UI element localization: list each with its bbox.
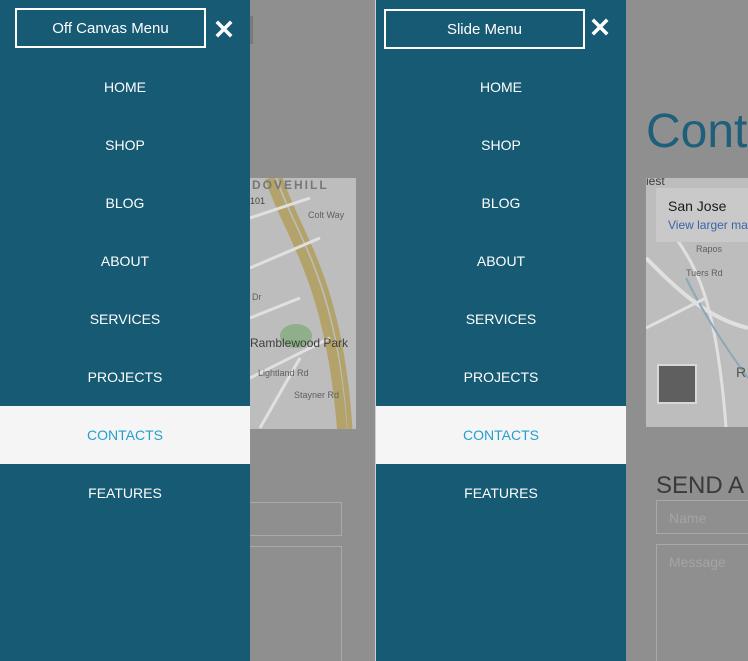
send-message-heading: SEND A xyxy=(656,472,745,499)
menu-item-blog[interactable]: BLOG xyxy=(0,174,250,232)
slide-menu-drawer: Slide Menu HOME SHOP BLOG ABOUT SERVICES… xyxy=(376,0,626,661)
menu-item-features[interactable]: FEATURES xyxy=(0,464,250,522)
name-field[interactable]: Name xyxy=(656,500,748,534)
map-info-card: San Jose View larger ma xyxy=(656,188,748,242)
map-label-street-1: Colt Way xyxy=(308,210,345,220)
menu-title: Off Canvas Menu xyxy=(15,8,206,48)
menu-item-features[interactable]: FEATURES xyxy=(376,464,626,522)
menu-item-shop[interactable]: SHOP xyxy=(0,116,250,174)
map-card-title: San Jose xyxy=(668,198,727,214)
map-label-highway: 101 xyxy=(250,196,266,206)
menu-item-shop[interactable]: SHOP xyxy=(376,116,626,174)
view-larger-map-link[interactable]: View larger ma xyxy=(668,218,748,232)
menu-item-contacts[interactable]: CONTACTS xyxy=(376,406,626,464)
map-label-rapos: Rapos xyxy=(696,244,723,254)
menu-item-home[interactable]: HOME xyxy=(0,58,250,116)
map-label-dovehill: DOVEHILL xyxy=(252,178,329,192)
map-label-park: Ramblewood Park xyxy=(250,336,349,350)
page-name-field[interactable] xyxy=(250,502,342,536)
message-placeholder: Message xyxy=(669,554,726,570)
menu-item-blog[interactable]: BLOG xyxy=(376,174,626,232)
page-message-field[interactable] xyxy=(250,546,342,661)
message-field[interactable]: Message xyxy=(656,544,748,661)
menu-item-about[interactable]: ABOUT xyxy=(376,232,626,290)
drawer-menu: HOME SHOP BLOG ABOUT SERVICES PROJECTS C… xyxy=(376,58,626,522)
off-canvas-demo-panel: DOVEHILL 101 Colt Way Ramblewood Park Li… xyxy=(0,0,375,661)
menu-item-contacts[interactable]: CONTACTS xyxy=(0,406,250,464)
menu-item-projects[interactable]: PROJECTS xyxy=(376,348,626,406)
menu-item-services[interactable]: SERVICES xyxy=(0,290,250,348)
menu-item-home[interactable]: HOME xyxy=(376,58,626,116)
map-label-tuers: Tuers Rd xyxy=(686,268,723,278)
name-placeholder: Name xyxy=(669,510,707,526)
off-canvas-drawer: Off Canvas Menu HOME SHOP BLOG ABOUT SER… xyxy=(0,0,250,661)
drawer-menu: HOME SHOP BLOG ABOUT SERVICES PROJECTS C… xyxy=(0,58,250,522)
map-satellite-thumbnail[interactable] xyxy=(657,364,697,404)
menu-item-services[interactable]: SERVICES xyxy=(376,290,626,348)
menu-title: Slide Menu xyxy=(384,9,585,49)
map-embed[interactable]: DOVEHILL 101 Colt Way Ramblewood Park Li… xyxy=(250,178,356,429)
menu-item-about[interactable]: ABOUT xyxy=(0,232,250,290)
map-label-street-4: Dr xyxy=(252,292,262,302)
drawer-header: Slide Menu xyxy=(376,0,626,58)
close-icon[interactable] xyxy=(215,20,233,38)
map-label-street-2: Lightland Rd xyxy=(258,368,309,378)
map-label-street-3: Stayner Rd xyxy=(294,390,340,400)
map-label-r: R xyxy=(736,364,747,380)
page-heading: Cont xyxy=(646,105,748,158)
close-icon[interactable] xyxy=(591,18,609,36)
slide-menu-demo-panel: Cont iest Tuers Rd Rapos R San Jose View… xyxy=(376,0,748,661)
map-fragment-label: iest xyxy=(646,178,665,188)
menu-item-projects[interactable]: PROJECTS xyxy=(0,348,250,406)
drawer-header: Off Canvas Menu xyxy=(0,0,250,58)
